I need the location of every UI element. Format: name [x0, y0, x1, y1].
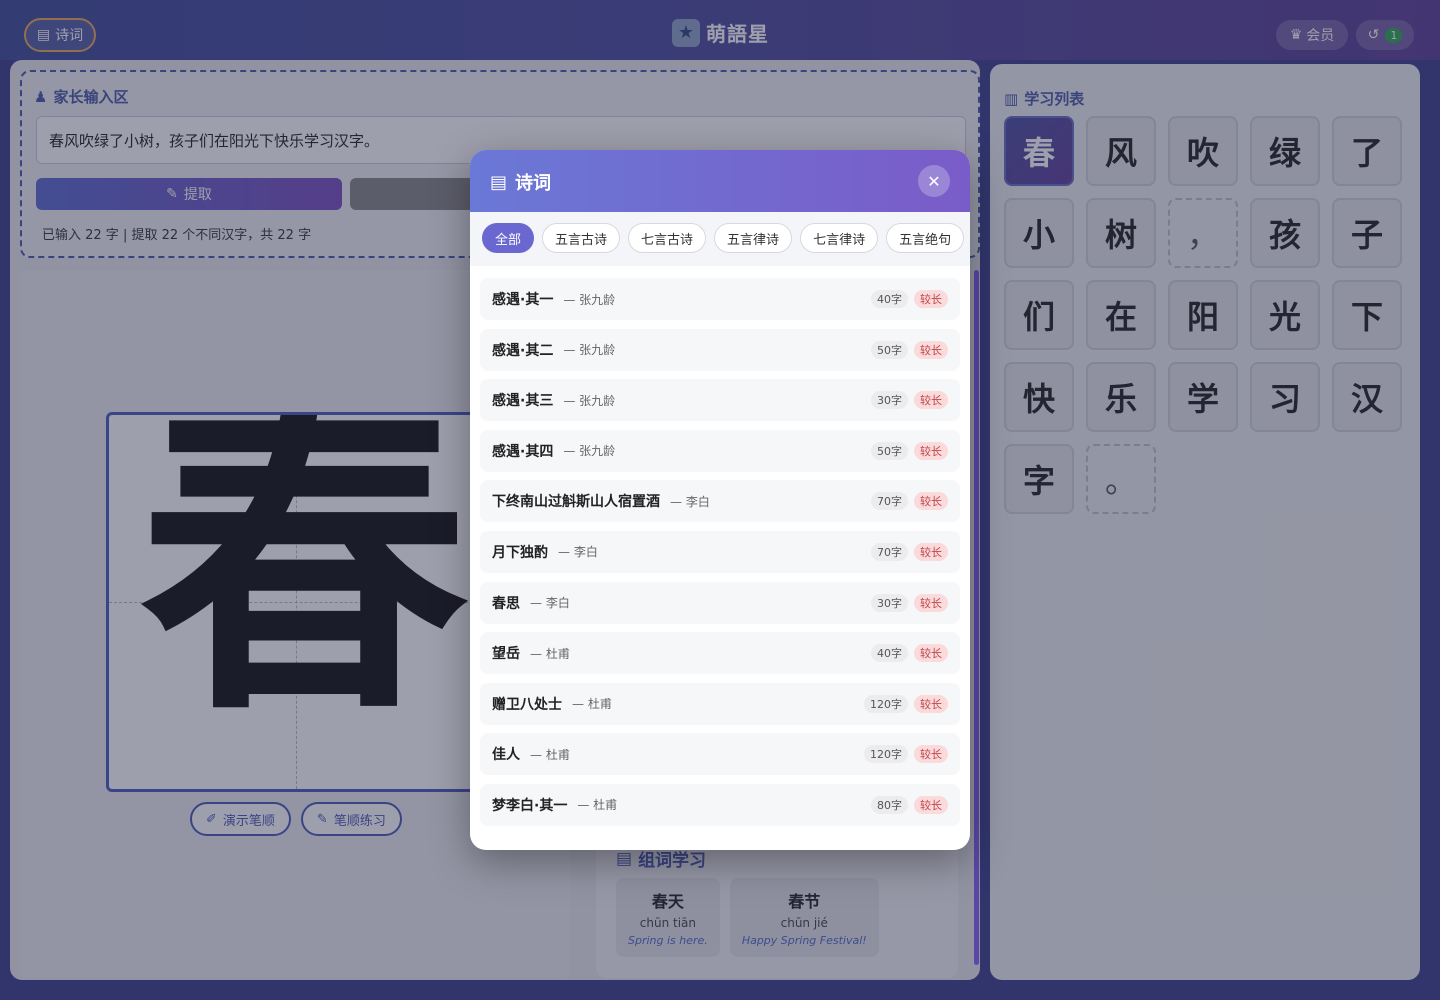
poem-name: 感遇·其四 — [492, 443, 554, 460]
close-icon[interactable]: ✕ — [918, 165, 950, 197]
poem-tags: 50字 较长 — [871, 340, 948, 359]
poem-difficulty-badge: 较长 — [914, 644, 948, 663]
poem-name: 梦李白·其一 — [492, 797, 568, 814]
poem-length-badge: 80字 — [871, 795, 908, 814]
poem-tags: 120字 较长 — [864, 694, 948, 713]
poem-length-badge: 30字 — [871, 391, 908, 410]
poem-list-item[interactable]: 春思 — 李白 30字 较长 — [480, 581, 960, 624]
poem-list-item[interactable]: 佳人 — 杜甫 120字 较长 — [480, 733, 960, 776]
poem-tags: 30字 较长 — [871, 391, 948, 410]
poem-difficulty-badge: 较长 — [914, 340, 948, 359]
poem-tags: 70字 较长 — [871, 542, 948, 561]
poem-length-badge: 70字 — [871, 542, 908, 561]
poem-difficulty-badge: 较长 — [914, 492, 948, 511]
poem-list-item[interactable]: 梦李白·其一 — 杜甫 80字 较长 — [480, 783, 960, 826]
poem-author: — 杜甫 — [572, 697, 612, 712]
poem-tags: 70字 较长 — [871, 492, 948, 511]
book-icon: ▤ — [490, 171, 508, 193]
poem-difficulty-badge: 较长 — [914, 290, 948, 308]
poem-author: — 杜甫 — [577, 798, 618, 813]
poem-tags: 50字 较长 — [871, 441, 948, 460]
poem-name: 佳人 — [492, 747, 520, 764]
tab-1[interactable]: 五言古诗 — [542, 223, 621, 253]
poem-author: — 杜甫 — [530, 646, 570, 661]
poem-author: — 张九龄 — [563, 343, 616, 358]
tab-3[interactable]: 五言律诗 — [714, 223, 793, 253]
poem-length-badge: 40字 — [871, 644, 908, 663]
poem-difficulty-badge: 较长 — [914, 391, 948, 410]
poem-name: 望岳 — [492, 646, 520, 663]
poem-length-badge: 120字 — [864, 745, 908, 764]
poem-list-item[interactable]: 感遇·其一 — 张九龄 40字 较长 — [480, 278, 960, 320]
poem-tags: 120字 较长 — [864, 745, 948, 764]
tab-5[interactable]: 五言绝句 — [886, 223, 965, 253]
poem-length-badge: 30字 — [871, 593, 908, 612]
poem-list-item[interactable]: 月下独酌 — 李白 70字 较长 — [480, 530, 960, 573]
poem-length-badge: 50字 — [871, 340, 908, 359]
poem-difficulty-badge: 较长 — [914, 694, 948, 713]
poem-list: 感遇·其一 — 张九龄 40字 较长 感遇·其二 — 张九龄 50字 较长 感遇·其三 — 张九龄… — [480, 278, 960, 850]
poem-difficulty-badge: 较长 — [914, 593, 948, 612]
poem-modal: ▤ 诗词 ✕ 全部 五言古诗 七言古诗 五言律诗 七言律诗 五言绝句 感遇·其一 — 张九龄… — [470, 150, 970, 850]
poem-list-item[interactable]: 感遇·其四 — 张九龄 50字 较长 — [480, 429, 960, 472]
poem-difficulty-badge: 较长 — [914, 745, 948, 764]
poem-tags: 30字 较长 — [871, 593, 948, 612]
poem-name: 感遇·其一 — [492, 292, 554, 308]
poem-author: — 张九龄 — [563, 444, 616, 459]
poem-author: — 李白 — [670, 494, 710, 509]
poem-tags: 80字 较长 — [871, 795, 948, 814]
modal-title: ▤ 诗词 — [490, 169, 551, 195]
poem-author: — 张九龄 — [563, 393, 616, 408]
poem-difficulty-badge: 较长 — [914, 441, 948, 460]
tab-0[interactable]: 全部 — [482, 223, 535, 253]
modal-title-text: 诗词 — [515, 173, 552, 194]
poem-length-badge: 40字 — [871, 290, 908, 308]
poem-name: 感遇·其三 — [492, 393, 554, 410]
poem-list-item[interactable]: 望岳 — 杜甫 40字 较长 — [480, 632, 960, 675]
poem-list-item[interactable]: 下终南山过斛斯山人宿置酒 — 李白 70字 较长 — [480, 480, 960, 523]
modal-header: ▤ 诗词 ✕ — [470, 150, 970, 212]
poem-author: — 张九龄 — [563, 292, 616, 307]
tab-row: 全部 五言古诗 七言古诗 五言律诗 七言律诗 五言绝句 — [482, 223, 965, 253]
poem-name: 月下独酌 — [492, 544, 548, 561]
poem-length-badge: 70字 — [871, 492, 908, 511]
poem-name: 赠卫八处士 — [492, 696, 562, 713]
poem-tags: 40字 较长 — [871, 290, 948, 308]
poem-difficulty-badge: 较长 — [914, 795, 948, 814]
poem-length-badge: 50字 — [871, 441, 908, 460]
page-scrollbar[interactable] — [974, 270, 979, 965]
poem-name: 春思 — [492, 595, 520, 612]
poem-list-item[interactable]: 赠卫八处士 — 杜甫 120字 较长 — [480, 682, 960, 725]
poem-name: 下终南山过斛斯山人宿置酒 — [492, 494, 660, 511]
poem-difficulty-badge: 较长 — [914, 542, 948, 561]
tab-2[interactable]: 七言古诗 — [628, 223, 707, 253]
poem-category-tabs: 全部 五言古诗 七言古诗 五言律诗 七言律诗 五言绝句 — [470, 212, 970, 266]
poem-tags: 40字 较长 — [871, 644, 948, 663]
poem-list-item[interactable]: 感遇·其三 — 张九龄 30字 较长 — [480, 379, 960, 422]
poem-author: — 杜甫 — [530, 747, 570, 762]
poem-list-item[interactable]: 感遇·其二 — 张九龄 50字 较长 — [480, 328, 960, 371]
poem-name: 感遇·其二 — [492, 342, 554, 359]
poem-author: — 李白 — [558, 545, 598, 560]
poem-length-badge: 120字 — [864, 694, 908, 713]
tab-4[interactable]: 七言律诗 — [800, 223, 879, 253]
poem-author: — 李白 — [530, 596, 570, 611]
